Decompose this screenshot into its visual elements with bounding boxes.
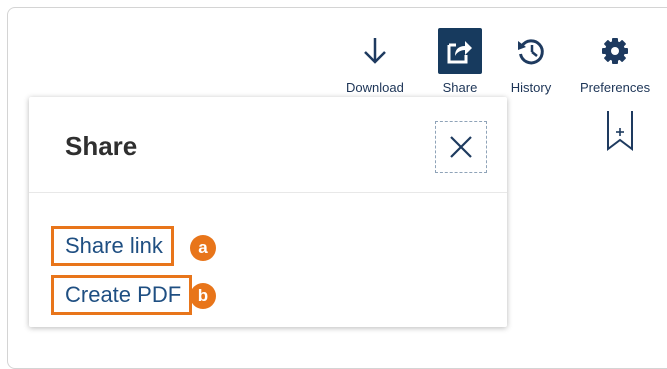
callout-badge-a: a — [190, 235, 216, 261]
share-icon — [438, 28, 482, 74]
share-panel: Share Share link a Create PDF b — [29, 97, 507, 327]
download-label: Download — [346, 80, 404, 95]
share-link-label: Share link — [65, 233, 163, 258]
close-icon — [450, 136, 472, 158]
share-panel-header: Share — [29, 97, 507, 193]
preferences-button[interactable]: Preferences — [580, 28, 650, 96]
create-pdf-label: Create PDF — [65, 282, 182, 307]
close-button[interactable] — [435, 121, 487, 173]
share-link-option[interactable]: Share link — [51, 226, 174, 266]
history-button[interactable]: History — [509, 28, 553, 96]
share-panel-title: Share — [65, 131, 138, 161]
history-label: History — [510, 80, 552, 95]
download-button[interactable]: Download — [346, 28, 404, 96]
gear-icon — [593, 28, 637, 74]
callout-badge-b: b — [190, 283, 216, 309]
bookmark-add-icon[interactable] — [605, 111, 635, 156]
share-button[interactable]: Share — [438, 28, 482, 96]
share-label: Share — [442, 80, 478, 95]
download-icon — [353, 28, 397, 74]
preferences-label: Preferences — [580, 80, 651, 95]
create-pdf-option[interactable]: Create PDF — [51, 275, 193, 315]
history-icon — [509, 28, 553, 74]
